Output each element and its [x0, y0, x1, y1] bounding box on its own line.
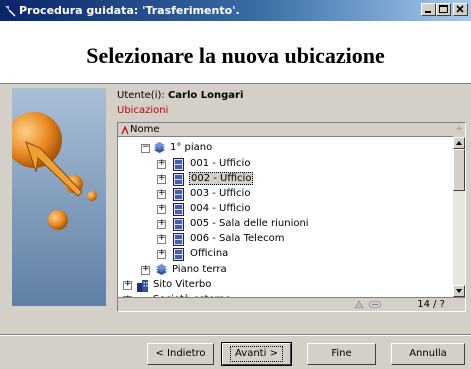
expand-toggle[interactable]: + [157, 203, 166, 214]
room-icon [173, 173, 184, 186]
close-button[interactable] [453, 3, 468, 16]
wizard-illustration [12, 88, 106, 306]
room-icon [173, 218, 184, 231]
locations-label: Ubicazioni [117, 105, 169, 116]
stack-icon [156, 264, 167, 275]
user-line: Utente(i): Carlo Longari [117, 90, 243, 101]
building-icon [137, 280, 148, 292]
scroll-down-button[interactable] [453, 285, 465, 297]
tree-row-label: 001 - Ufficio [190, 158, 251, 169]
tree-row-officina[interactable]: + Officina [118, 247, 453, 262]
button-separator [0, 334, 471, 336]
window-title: Procedura guidata: 'Trasferimento'. [19, 4, 240, 17]
finish-button[interactable]: Fine [307, 343, 376, 365]
tree-row-002[interactable]: + 002 - Ufficio [118, 172, 453, 187]
maximize-button[interactable] [436, 3, 451, 16]
scroll-up-button[interactable] [453, 137, 465, 149]
room-icon [173, 158, 184, 171]
user-name: Carlo Longari [167, 90, 244, 101]
room-icon [173, 203, 184, 216]
vertical-scrollbar[interactable] [453, 137, 465, 297]
wizard-header: Selezionare la nuova ubicazione [0, 21, 471, 84]
column-chooser-button[interactable]: + [453, 123, 465, 137]
tree-row-label-selected: 002 - Ufficio [189, 172, 254, 185]
tree-row-006[interactable]: + 006 - Sala Telecom [118, 232, 453, 247]
title-bar: Procedura guidata: 'Trasferimento'. [0, 0, 471, 21]
tree-row-label: Piano terra [172, 264, 227, 275]
back-button[interactable]: < Indietro [147, 343, 214, 365]
column-header[interactable]: Nome [118, 123, 453, 137]
arrow-up-icon [456, 141, 462, 145]
cancel-button[interactable]: Annulla [391, 343, 465, 365]
expand-toggle[interactable]: + [157, 188, 166, 199]
arrow-down-icon [456, 289, 462, 293]
room-icon [173, 188, 184, 201]
tree-row-label: Officina [190, 248, 229, 259]
expand-toggle[interactable]: + [141, 264, 150, 275]
refresh-icon[interactable] [368, 300, 382, 309]
tree-row-005[interactable]: + 005 - Sala delle riunioni [118, 217, 453, 232]
scroll-thumb[interactable] [453, 149, 465, 191]
column-name-label: Nome [130, 124, 160, 135]
tree-row-1-piano[interactable]: − 1° piano [118, 141, 453, 156]
stack-icon [154, 142, 165, 153]
record-count: 14 / ? [417, 299, 445, 310]
close-icon [456, 5, 464, 13]
sort-arrow-icon [121, 125, 129, 135]
tree-row-label: 006 - Sala Telecom [190, 233, 285, 244]
tree-row-piano-terra[interactable]: + Piano terra [118, 263, 453, 278]
tree-row-004[interactable]: + 004 - Ufficio [118, 202, 453, 217]
expand-toggle[interactable]: + [123, 279, 132, 290]
room-icon [173, 248, 184, 261]
tree-status-bar: 14 / ? [118, 297, 465, 311]
tree-row-label: Sito Viterbo [153, 279, 212, 290]
tree-row-001[interactable]: + 001 - Ufficio [118, 157, 453, 172]
tree-row-003[interactable]: + 003 - Ufficio [118, 187, 453, 202]
room-icon [173, 233, 184, 246]
expand-toggle[interactable]: + [157, 158, 166, 169]
tree-row-sito-viterbo[interactable]: + Sito Viterbo [118, 278, 453, 293]
tree-row-label: 1° piano [170, 142, 213, 153]
next-button[interactable]: Avanti > [221, 342, 292, 366]
tree-row-label: 005 - Sala delle riunioni [190, 218, 309, 229]
expand-toggle[interactable]: + [157, 173, 166, 184]
collapse-toggle[interactable]: − [141, 142, 150, 153]
tree-row-label: 004 - Ufficio [190, 203, 251, 214]
tree-row-label: 003 - Ufficio [190, 188, 251, 199]
minimize-icon [425, 11, 431, 13]
page-title: Selezionare la nuova ubicazione [86, 43, 385, 68]
expand-toggle[interactable]: + [157, 218, 166, 229]
expand-toggle[interactable]: + [157, 233, 166, 244]
triangle-icon[interactable] [354, 300, 364, 309]
maximize-icon [439, 5, 448, 13]
app-icon [5, 6, 16, 17]
expand-toggle[interactable]: + [157, 248, 166, 259]
locations-tree[interactable]: Nome + − 1° piano + 001 - Ufficio + 002 … [117, 122, 466, 312]
minimize-button[interactable] [421, 3, 436, 16]
user-label: Utente(i): [117, 90, 165, 101]
tree-rows: − 1° piano + 001 - Ufficio + 002 - Uffic… [118, 138, 453, 305]
